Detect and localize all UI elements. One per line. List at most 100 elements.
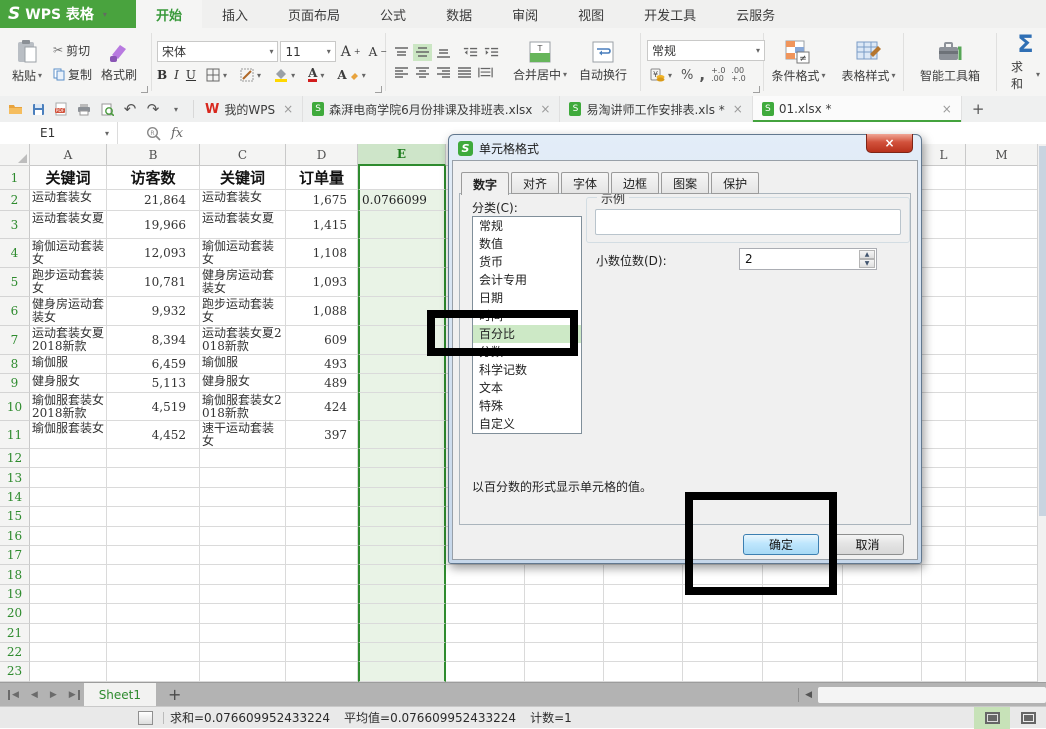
cell[interactable]: [358, 624, 446, 643]
increase-decimal-button[interactable]: +.0.00: [711, 67, 725, 83]
last-sheet-button[interactable]: ▶: [63, 690, 80, 700]
cell[interactable]: [286, 468, 358, 487]
cut-button[interactable]: ✂剪切: [50, 41, 95, 60]
cell[interactable]: [30, 604, 107, 623]
cell[interactable]: 424: [286, 393, 358, 421]
cell[interactable]: [358, 211, 446, 239]
cell[interactable]: 397: [286, 421, 358, 449]
copy-button[interactable]: 复制: [50, 65, 95, 84]
align-bottom-icon[interactable]: [436, 46, 451, 59]
cell[interactable]: 运动套装女夏2018新款: [200, 326, 286, 355]
cell[interactable]: [604, 624, 683, 643]
align-left-icon[interactable]: [394, 66, 409, 79]
cell[interactable]: [922, 355, 966, 374]
cell[interactable]: [922, 585, 966, 604]
cell[interactable]: [763, 662, 843, 681]
cell[interactable]: [922, 468, 966, 487]
conditional-format-button[interactable]: ≠ 条件格式▾: [765, 37, 831, 87]
cell[interactable]: [922, 268, 966, 297]
cell[interactable]: [966, 604, 1038, 623]
cell[interactable]: [358, 585, 446, 604]
cell[interactable]: 1,415: [286, 211, 358, 239]
cell[interactable]: [358, 268, 446, 297]
scroll-left-button[interactable]: ◀: [799, 690, 818, 700]
cell[interactable]: [358, 546, 446, 565]
cell[interactable]: [966, 565, 1038, 584]
decrease-indent-icon[interactable]: [463, 46, 478, 59]
cell[interactable]: [604, 585, 683, 604]
prev-sheet-button[interactable]: ◀: [25, 690, 44, 700]
print-preview-button[interactable]: [99, 101, 115, 117]
sum-button[interactable]: Σ 求和▾: [1005, 30, 1046, 95]
cell[interactable]: [922, 239, 966, 268]
add-sheet-button[interactable]: +: [156, 685, 193, 704]
cell[interactable]: [922, 643, 966, 662]
cell[interactable]: [966, 662, 1038, 681]
cell[interactable]: [966, 527, 1038, 546]
cell[interactable]: [107, 624, 200, 643]
row-header[interactable]: 10: [0, 393, 30, 421]
cell[interactable]: [604, 662, 683, 681]
row-header[interactable]: 12: [0, 449, 30, 468]
cell[interactable]: [525, 662, 604, 681]
cell[interactable]: [358, 374, 446, 393]
row-header[interactable]: 13: [0, 468, 30, 487]
export-pdf-button[interactable]: PDF: [53, 101, 69, 117]
cell[interactable]: [446, 585, 525, 604]
cell[interactable]: 10,781: [107, 268, 200, 297]
cell[interactable]: [922, 507, 966, 526]
cell[interactable]: [966, 421, 1038, 449]
cell[interactable]: 493: [286, 355, 358, 374]
cell[interactable]: [200, 488, 286, 507]
cell[interactable]: [286, 585, 358, 604]
cell[interactable]: [358, 239, 446, 268]
dialog-tab-protection[interactable]: 保护: [711, 172, 759, 194]
increase-font-button[interactable]: A+: [338, 43, 364, 61]
cell[interactable]: [200, 527, 286, 546]
search-icon[interactable]: R: [146, 126, 161, 141]
align-middle-icon[interactable]: [415, 46, 430, 59]
cell[interactable]: 瑜伽服套装女: [30, 421, 107, 449]
cell[interactable]: [966, 166, 1038, 190]
row-header[interactable]: 15: [0, 507, 30, 526]
cell[interactable]: [922, 326, 966, 355]
cell[interactable]: [922, 488, 966, 507]
cell[interactable]: [843, 565, 922, 584]
align-right-icon[interactable]: [436, 66, 451, 79]
format-painter-button[interactable]: 格式刷: [95, 38, 143, 86]
cell[interactable]: 运动套装女夏: [200, 211, 286, 239]
row-header[interactable]: 6: [0, 297, 30, 326]
justify-icon[interactable]: [457, 66, 472, 79]
cell[interactable]: 12,093: [107, 239, 200, 268]
column-header[interactable]: L: [922, 144, 966, 166]
smart-toolbox-button[interactable]: 智能工具箱: [914, 37, 986, 87]
cell[interactable]: 9,932: [107, 297, 200, 326]
cell[interactable]: 瑜伽服: [30, 355, 107, 374]
cell[interactable]: [107, 604, 200, 623]
cell[interactable]: [922, 624, 966, 643]
cell[interactable]: [922, 297, 966, 326]
cell[interactable]: [446, 604, 525, 623]
cell[interactable]: [358, 604, 446, 623]
cell[interactable]: [966, 374, 1038, 393]
distributed-icon[interactable]: [478, 66, 493, 79]
cell[interactable]: [30, 507, 107, 526]
tab-doc1[interactable]: S 森湃电商学院6月份排课及排班表.xlsx ×: [303, 96, 560, 122]
menu-tab-page-layout[interactable]: 页面布局: [268, 0, 360, 28]
cell[interactable]: [30, 449, 107, 468]
cell[interactable]: [966, 393, 1038, 421]
cell[interactable]: 健身服女: [200, 374, 286, 393]
cell[interactable]: 8,394: [107, 326, 200, 355]
active-cell-E1[interactable]: [358, 166, 446, 190]
cell[interactable]: [30, 546, 107, 565]
cell[interactable]: [286, 662, 358, 681]
cell[interactable]: 瑜伽服: [200, 355, 286, 374]
horizontal-scrollbar[interactable]: [818, 687, 1046, 703]
row-header[interactable]: 19: [0, 585, 30, 604]
new-tab-button[interactable]: +: [962, 96, 995, 122]
cell[interactable]: [604, 604, 683, 623]
paste-button[interactable]: 粘贴▾: [6, 37, 48, 87]
number-format-select[interactable]: 常规▾: [647, 40, 765, 61]
row-header[interactable]: 23: [0, 662, 30, 681]
cell[interactable]: [922, 393, 966, 421]
